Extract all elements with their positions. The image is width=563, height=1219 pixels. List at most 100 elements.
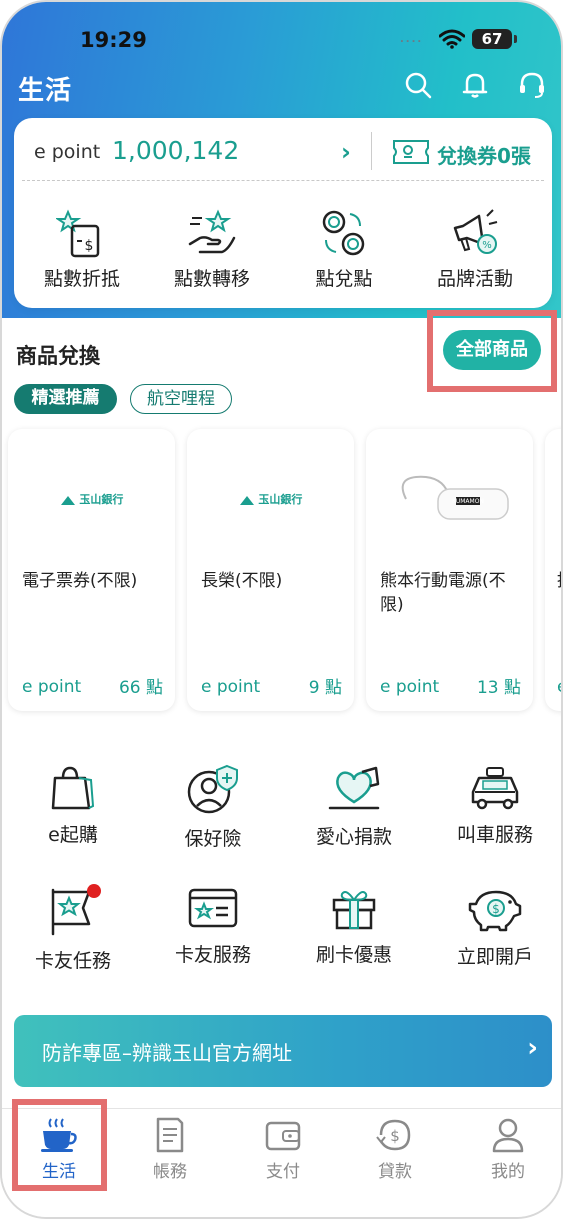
chevron-right-icon[interactable]: › — [341, 138, 351, 166]
flag-star-icon — [51, 884, 101, 936]
divider — [22, 180, 544, 181]
gift-icon — [332, 891, 376, 930]
highlight-frame: 全部商品 — [427, 310, 557, 392]
service-label: e起購 — [48, 824, 98, 846]
service-label: 卡友任務 — [34, 950, 111, 972]
anti-fraud-banner[interactable]: 防詐專區–辨識玉山官方網址 › — [14, 1015, 552, 1087]
product-point-label: e point — [380, 677, 440, 697]
svg-text:$: $ — [85, 238, 94, 254]
tab-label: 貸款 — [378, 1162, 412, 1182]
coupon-icon[interactable] — [392, 138, 430, 166]
heart-donation-icon — [328, 766, 380, 810]
headset-icon[interactable] — [517, 70, 547, 100]
signal-dots: .... — [400, 34, 424, 45]
mountain-icon — [60, 496, 75, 505]
taxi-icon — [471, 767, 519, 810]
quick-action-label: 點數轉移 — [173, 268, 250, 290]
product-name: 長榮(不限) — [201, 571, 283, 591]
product-card[interactable]: 玉山銀行 電子票券(不限) e point 66 點 — [8, 429, 175, 711]
piggy-bank-icon: $ — [468, 890, 522, 932]
service-label: 刷卡優惠 — [315, 944, 392, 966]
tab-accounts[interactable]: 帳務 — [125, 1117, 215, 1197]
quick-action-points-exchange[interactable]: 點兌點 — [281, 208, 407, 298]
logo-text: 玉山銀行 — [258, 493, 303, 506]
service-card-services[interactable]: 卡友服務 — [148, 884, 278, 984]
tab-payment[interactable]: 支付 — [238, 1117, 328, 1197]
megaphone-icon: % — [453, 209, 498, 254]
product-name: 推 — [557, 569, 561, 593]
chevron-right-icon: › — [527, 1033, 538, 1063]
service-label: 愛心捐款 — [315, 826, 392, 848]
service-taxi[interactable]: 叫車服務 — [430, 764, 560, 864]
status-bar: 19:29 .... 67 — [2, 26, 561, 56]
card-star-icon — [188, 888, 238, 928]
status-time: 19:29 — [80, 28, 147, 52]
tab-label: 帳務 — [153, 1162, 187, 1182]
epoint-balance[interactable]: 1,000,142 — [112, 136, 239, 165]
bell-icon[interactable] — [460, 70, 490, 100]
service-card-offers[interactable]: 刷卡優惠 — [289, 884, 419, 984]
battery-indicator: 67 — [472, 29, 517, 49]
shopping-bag-icon — [51, 766, 95, 810]
chip-air-miles[interactable]: 航空哩程 — [130, 384, 232, 414]
product-name: 熊本行動電源(不限) — [380, 571, 506, 615]
tab-label: 我的 — [491, 1162, 525, 1182]
points-exchange-icon — [322, 210, 365, 256]
mountain-icon — [239, 496, 254, 505]
main-content: 商品兌換 全部商品 精選推薦 航空哩程 玉山銀行 電子票券(不限) e poin… — [2, 310, 561, 1118]
quick-action-points-transfer[interactable]: 點數轉移 — [149, 208, 275, 298]
service-insurance[interactable]: 保好險 — [148, 764, 278, 864]
service-open-account[interactable]: $ 立即開戶 — [430, 884, 560, 984]
search-icon[interactable] — [403, 70, 433, 100]
product-points: 9 點 — [308, 678, 342, 698]
quick-action-points-discount[interactable]: $ 點數折抵 — [19, 208, 145, 298]
banner-text: 防詐專區–辨識玉山官方網址 — [42, 1041, 292, 1065]
wifi-icon — [439, 29, 465, 49]
svg-text:$: $ — [390, 1127, 400, 1145]
divider — [371, 132, 372, 170]
coupon-count[interactable]: 兌換券0張 — [437, 140, 531, 169]
quick-action-label: 品牌活動 — [436, 268, 513, 290]
points-card: e point 1,000,142 › 兌換券0張 $ 點數折抵 點數轉移 點兌… — [14, 118, 552, 308]
quick-action-label: 點兌點 — [315, 268, 373, 290]
logo-text: 玉山銀行 — [79, 493, 124, 506]
service-donation[interactable]: 愛心捐款 — [289, 764, 419, 864]
highlight-frame — [12, 1099, 107, 1191]
points-transfer-icon — [188, 209, 236, 254]
points-discount-icon: $ — [56, 209, 100, 258]
wallet-icon — [265, 1121, 301, 1151]
service-label: 叫車服務 — [456, 824, 533, 846]
document-icon — [156, 1117, 184, 1153]
product-card[interactable]: 玉山銀行 長榮(不限) e point 9 點 — [187, 429, 354, 711]
all-products-button[interactable]: 全部商品 — [443, 330, 541, 370]
product-card[interactable]: KUMAMON 熊本行動電源(不限) e point 13 點 — [366, 429, 533, 711]
service-card-missions[interactable]: 卡友任務 — [8, 884, 138, 984]
page-title: 生活 — [18, 76, 73, 106]
product-points: 13 點 — [476, 678, 521, 698]
quick-action-brand-events[interactable]: % 品牌活動 — [412, 208, 538, 298]
product-card[interactable]: 推 e — [545, 429, 561, 711]
chip-featured[interactable]: 精選推薦 — [14, 384, 117, 414]
product-point-label: e — [557, 677, 561, 697]
user-icon — [492, 1118, 524, 1153]
phone-screen: 19:29 .... 67 生活 e point 1,000,142 › 兌換券… — [0, 0, 563, 1219]
service-label: 立即開戶 — [456, 946, 533, 968]
brand-text: KUMAMON — [452, 498, 484, 505]
tab-loans[interactable]: $ 貸款 — [350, 1117, 440, 1197]
product-name: 電子票券(不限) — [22, 571, 138, 591]
esun-logo: 玉山銀行 — [8, 491, 175, 507]
insurance-user-icon — [187, 764, 238, 814]
tab-profile[interactable]: 我的 — [463, 1117, 553, 1197]
product-point-label: e point — [201, 677, 261, 697]
power-bank-image: KUMAMON — [401, 475, 509, 520]
quick-action-label: 點數折抵 — [43, 268, 120, 290]
svg-text:$: $ — [492, 902, 500, 916]
service-label: 卡友服務 — [174, 944, 251, 966]
section-title-products: 商品兌換 — [16, 344, 100, 368]
esun-logo: 玉山銀行 — [187, 491, 354, 507]
tab-label: 支付 — [266, 1162, 300, 1182]
loan-dollar-icon: $ — [376, 1119, 411, 1151]
service-e-shopping[interactable]: e起購 — [8, 764, 138, 864]
product-points: 66 點 — [118, 678, 163, 698]
epoint-label: e point — [34, 141, 101, 163]
